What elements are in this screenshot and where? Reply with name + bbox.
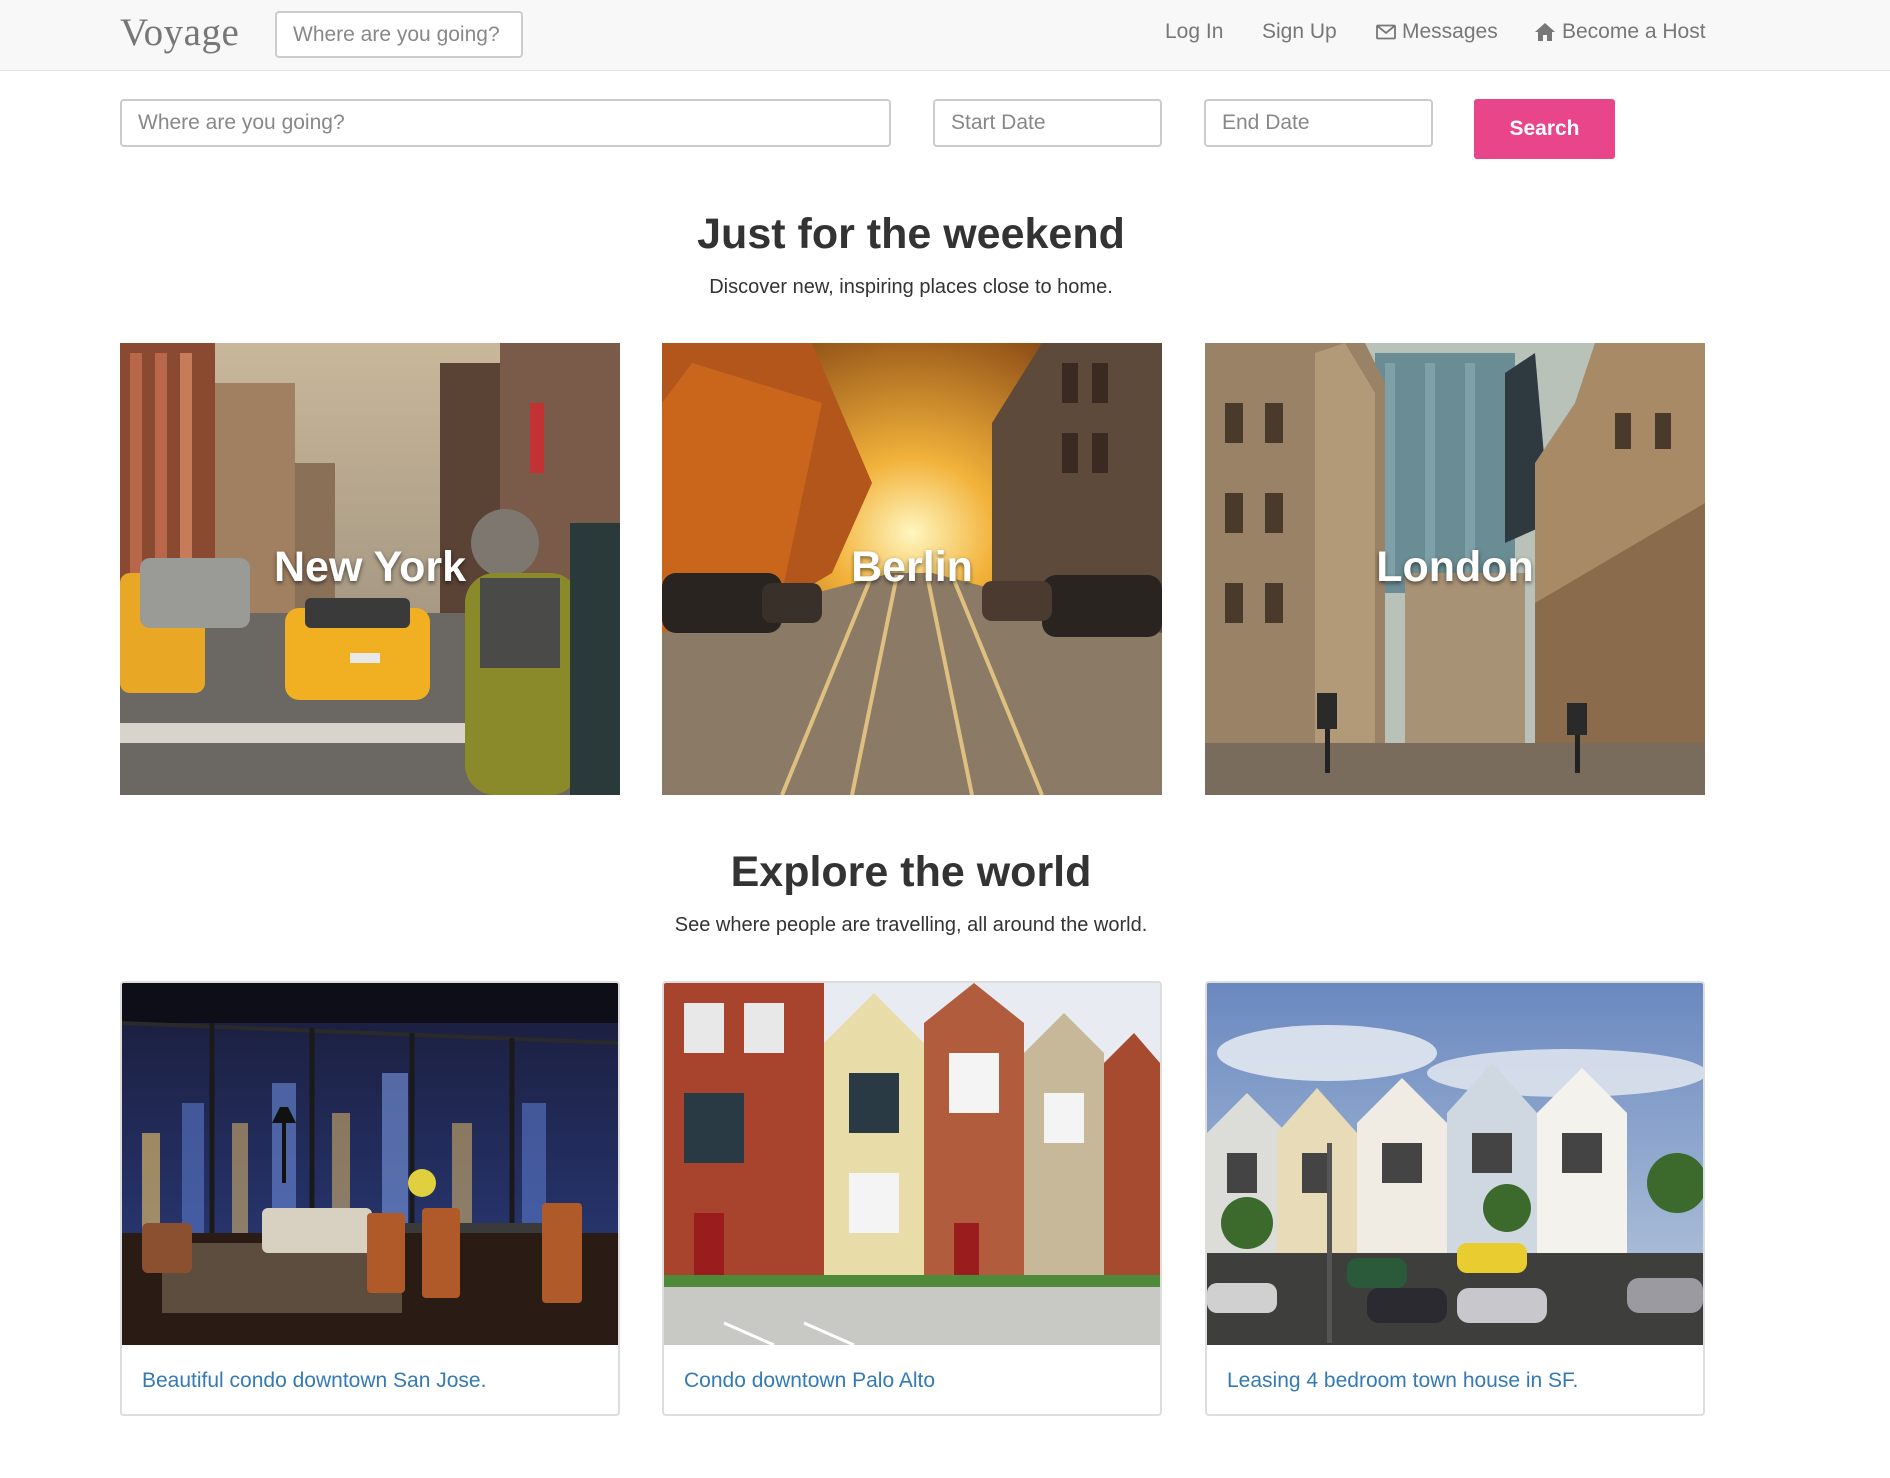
city-card-new-york[interactable]: New York [120,343,620,795]
login-link[interactable]: Log In [1165,20,1223,44]
destination-input[interactable] [120,99,891,147]
listing-title-link[interactable]: Beautiful condo downtown San Jose. [142,1369,486,1393]
home-icon [1535,23,1555,41]
end-date-input[interactable] [1204,99,1433,147]
messages-link[interactable]: Messages [1376,20,1498,44]
listing-photo-victorian-houses [1207,983,1703,1345]
listing-card-palo-alto[interactable]: Condo downtown Palo Alto [662,981,1162,1416]
become-host-link[interactable]: Become a Host [1534,20,1706,44]
listing-photo-townhouses [664,983,1160,1345]
start-date-input[interactable] [933,99,1162,147]
listing-title-link[interactable]: Leasing 4 bedroom town house in SF. [1227,1369,1578,1393]
listing-card-sf[interactable]: Leasing 4 bedroom town house in SF. [1205,981,1705,1416]
city-label: London [1376,543,1534,591]
top-navbar: Voyage Log In Sign Up Messages Become a … [0,0,1890,71]
city-label: Berlin [851,543,973,591]
login-label: Log In [1165,20,1224,43]
brand-logo[interactable]: Voyage [120,10,239,55]
weekend-heading: Just for the weekend [697,210,1125,258]
explore-subheading: See where people are travelling, all aro… [674,914,1148,936]
listing-title-link[interactable]: Condo downtown Palo Alto [684,1369,935,1393]
city-label: New York [274,543,466,591]
listing-card-san-jose[interactable]: Beautiful condo downtown San Jose. [120,981,620,1416]
search-button[interactable]: Search [1474,99,1615,159]
city-card-berlin[interactable]: Berlin [662,343,1162,795]
messages-label: Messages [1402,20,1498,43]
signup-link[interactable]: Sign Up [1262,20,1337,44]
become-host-label: Become a Host [1562,20,1706,43]
navbar-search-input[interactable] [275,11,523,58]
listing-photo-condo-interior [122,983,618,1345]
explore-heading: Explore the world [730,848,1092,896]
signup-label: Sign Up [1262,20,1337,43]
weekend-subheading: Discover new, inspiring places close to … [709,276,1113,298]
envelope-icon [1376,24,1396,40]
city-card-london[interactable]: London [1205,343,1705,795]
